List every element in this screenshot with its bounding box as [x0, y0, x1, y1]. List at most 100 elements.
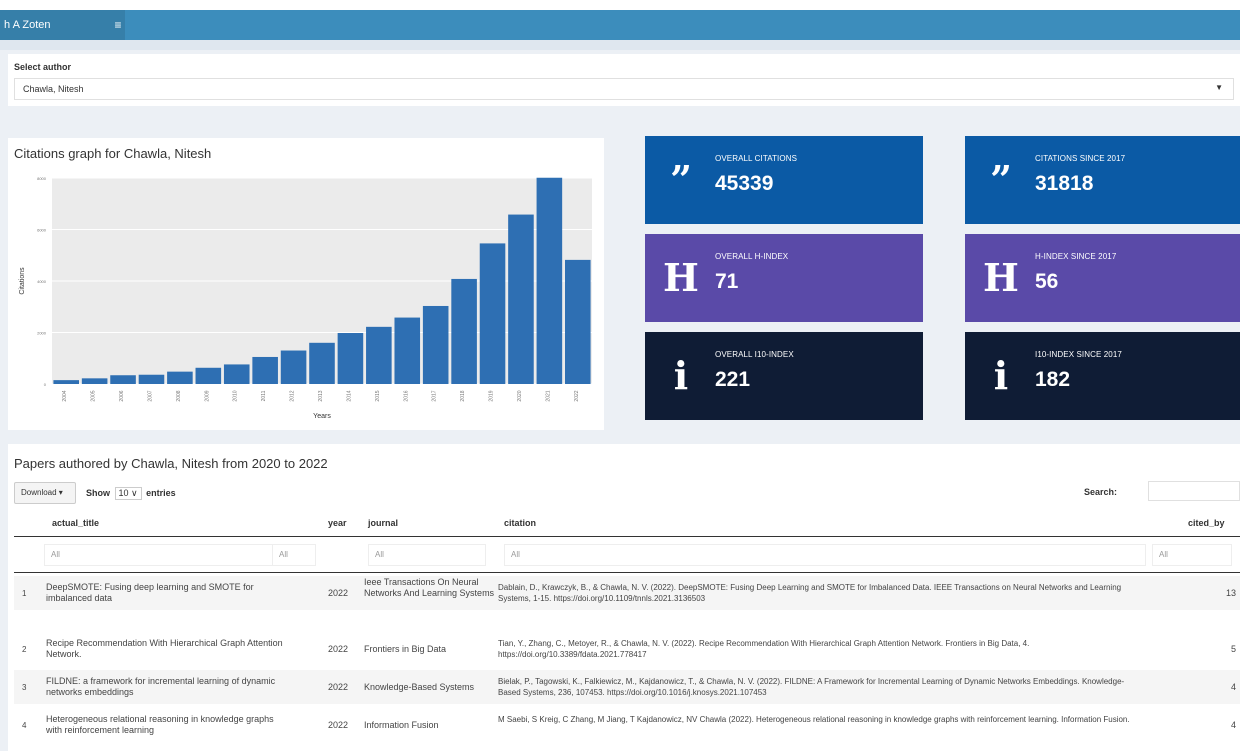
- bar: [565, 259, 591, 384]
- citations-chart-panel: Citations graph for Chawla, Nitesh 0 2000…: [8, 138, 604, 430]
- row-year: 2022: [328, 682, 349, 692]
- row-index: 3: [22, 683, 27, 692]
- row-citation: Bielak, P., Tagowski, K., Falkiewicz, M.…: [498, 677, 1125, 697]
- app-title[interactable]: h A Zoten: [0, 10, 125, 40]
- bar: [337, 333, 364, 384]
- bar: [366, 326, 392, 384]
- column-header-journal-label: journal: [368, 518, 399, 528]
- filter-cited-by-placeholder: All: [1159, 550, 1168, 559]
- row-title: Recipe Recommendation With Hierarchical …: [46, 638, 283, 659]
- row-journal: Frontiers in Big Data: [364, 644, 447, 654]
- chart-title: Citations graph for Chawla, Nitesh: [14, 146, 212, 161]
- bar: [422, 305, 449, 384]
- column-header-journal[interactable]: journal: [368, 518, 398, 528]
- x-tick-label: 2015: [375, 390, 381, 401]
- stat-card-overall-h-index: H OVERALL H-INDEX 71: [645, 234, 923, 322]
- search-label: Search:: [1084, 487, 1118, 497]
- filter-cited-by[interactable]: All: [1152, 544, 1232, 566]
- x-tick-label: 2014: [346, 390, 352, 401]
- table-row[interactable]: 2 Recipe Recommendation With Hierarchica…: [14, 632, 1240, 666]
- header-strip: [0, 40, 1240, 50]
- row-cited-by: 5: [1230, 644, 1236, 654]
- hamburger-icon[interactable]: ≡: [112, 18, 124, 32]
- bar: [110, 375, 136, 384]
- papers-title: Papers authored by Chawla, Nitesh from 2…: [14, 456, 328, 471]
- bar: [223, 364, 250, 384]
- row-citation: Dablain, D., Krawczyk, B., & Chawla, N. …: [498, 583, 1122, 603]
- column-header-year[interactable]: year: [328, 518, 347, 528]
- table-row[interactable]: 1 DeepSMOTE: Fusing deep learning and SM…: [14, 576, 1240, 610]
- author-select-value: Chawla, Nitesh: [23, 84, 84, 94]
- column-header-cited-by[interactable]: cited_by: [1188, 518, 1225, 528]
- stat-label: I10-INDEX SINCE 2017: [1035, 350, 1122, 359]
- stat-label: OVERALL H-INDEX: [715, 252, 789, 261]
- table-row[interactable]: 4 Heterogeneous relational reasoning in …: [14, 708, 1240, 742]
- bar: [536, 177, 563, 384]
- filter-citation-placeholder: All: [511, 550, 520, 559]
- column-header-year-label: year: [328, 518, 347, 528]
- row-title: Heterogeneous relational reasoning in kn…: [46, 714, 274, 735]
- header-divider: [14, 536, 1240, 537]
- column-header-citation[interactable]: citation: [504, 518, 536, 528]
- author-select-panel: Select author Chawla, Nitesh ▼: [8, 54, 1240, 106]
- filter-journal[interactable]: All: [368, 544, 486, 566]
- stat-card-overall-citations: ” OVERALL CITATIONS 45339: [645, 136, 923, 224]
- author-select[interactable]: Chawla, Nitesh ▼: [14, 78, 1234, 100]
- filter-title[interactable]: All: [44, 544, 278, 566]
- x-tick-label: 2019: [489, 390, 495, 401]
- info-icon: i: [993, 353, 1009, 398]
- bar: [451, 278, 477, 384]
- stat-label: OVERALL I10-INDEX: [715, 350, 794, 359]
- download-button[interactable]: Download ▾: [14, 482, 76, 504]
- row-title: DeepSMOTE: Fusing deep learning and SMOT…: [46, 582, 254, 603]
- row-index: 4: [22, 721, 27, 730]
- x-tick-label: 2013: [318, 390, 324, 401]
- stat-label: OVERALL CITATIONS: [715, 154, 798, 163]
- stat-value: 182: [1035, 368, 1071, 391]
- x-tick-label: 2016: [403, 390, 409, 401]
- filter-title-placeholder: All: [51, 550, 60, 559]
- row-index: 1: [22, 589, 27, 598]
- row-year: 2022: [328, 644, 349, 654]
- column-header-title[interactable]: actual_title: [52, 518, 99, 528]
- row-title: FILDNE: a framework for incremental lear…: [46, 676, 276, 697]
- row-cited-by: 13: [1225, 588, 1236, 598]
- search-input[interactable]: [1148, 481, 1240, 501]
- entries-label: entries: [146, 488, 176, 498]
- app-header: h A Zoten ≡: [0, 10, 1240, 40]
- h-letter-icon: H: [983, 255, 1019, 300]
- entries-value: 10: [118, 488, 129, 498]
- top-margin: [0, 0, 1240, 10]
- h-letter-icon: H: [663, 255, 699, 300]
- row-journal: Information Fusion: [364, 720, 439, 730]
- row-year: 2022: [328, 720, 349, 730]
- table-row[interactable]: 3 FILDNE: a framework for incremental le…: [14, 670, 1240, 704]
- stat-card-h-index-since: H H-INDEX SINCE 2017 56: [965, 234, 1240, 322]
- entries-select[interactable]: 10 ∨: [114, 487, 142, 500]
- y-tick-label: 4000: [37, 279, 47, 284]
- y-tick-label: 6000: [37, 228, 47, 233]
- x-tick-label: 2004: [62, 390, 68, 401]
- show-label: Show: [86, 488, 110, 498]
- filter-divider: [14, 572, 1240, 573]
- x-tick-label: 2008: [176, 390, 182, 401]
- quote-icon: ”: [990, 157, 1012, 202]
- stat-card-citations-since: ” CITATIONS SINCE 2017 31818: [965, 136, 1240, 224]
- row-index: 2: [22, 645, 27, 654]
- x-tick-label: 2006: [119, 390, 125, 401]
- filter-journal-placeholder: All: [375, 550, 384, 559]
- stat-value: 71: [715, 270, 739, 293]
- stat-label: H-INDEX SINCE 2017: [1035, 252, 1117, 261]
- stat-label: CITATIONS SINCE 2017: [1035, 154, 1126, 163]
- x-tick-label: 2010: [233, 390, 239, 401]
- stat-value: 221: [715, 368, 751, 391]
- stat-card-i10-index-since: i I10-INDEX SINCE 2017 182: [965, 332, 1240, 420]
- column-header-citation-label: citation: [504, 518, 537, 528]
- row-cited-by: 4: [1230, 682, 1236, 692]
- bar: [195, 367, 222, 384]
- filter-year[interactable]: All: [272, 544, 316, 566]
- select-author-label: Select author: [14, 62, 72, 72]
- filter-citation[interactable]: All: [504, 544, 1146, 566]
- row-citation: M Saebi, S Kreig, C Zhang, M Jiang, T Ka…: [498, 715, 1130, 724]
- bar: [280, 350, 307, 384]
